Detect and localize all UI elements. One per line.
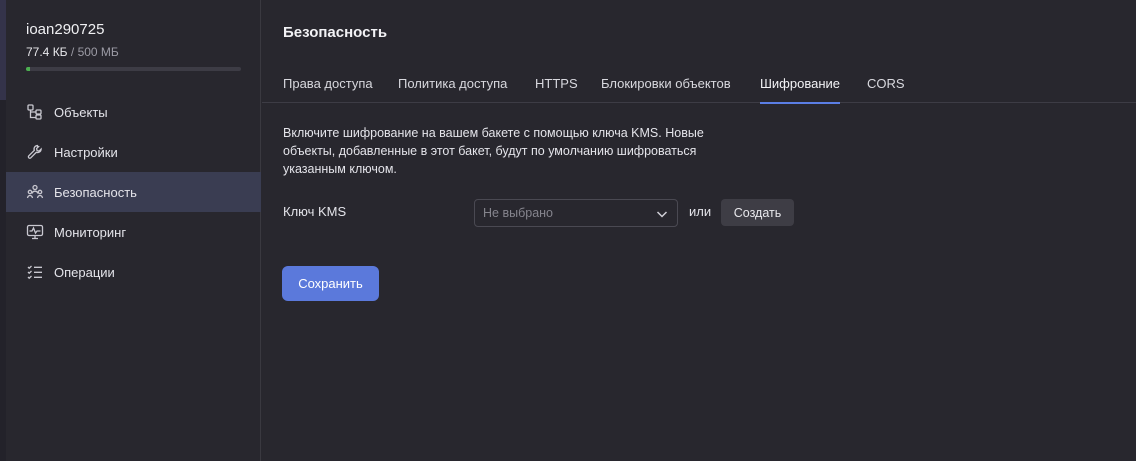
sidebar-item-label: Объекты	[54, 104, 108, 120]
kms-key-select[interactable]: Не выбрано	[474, 199, 678, 227]
usage-progress-bar	[26, 67, 241, 71]
sidebar-item-label: Безопасность	[54, 184, 137, 200]
bucket-name: ioan290725	[26, 21, 105, 38]
sidebar-item-operations[interactable]: Операции	[6, 252, 261, 292]
sidebar-item-label: Мониторинг	[54, 224, 127, 240]
sidebar-item-label: Операции	[54, 264, 115, 280]
sidebar: ioan290725 77.4 КБ / 500 МБ Объекты Наст…	[6, 0, 261, 461]
sidebar-nav: Объекты Настройки Безопасность Мониторин…	[6, 92, 261, 292]
save-button[interactable]: Сохранить	[282, 266, 379, 301]
users-icon	[26, 183, 44, 201]
sidebar-item-objects[interactable]: Объекты	[6, 92, 261, 132]
bucket-used-size: 77.4 КБ	[26, 45, 68, 59]
chevron-down-icon	[656, 211, 668, 218]
sidebar-item-label: Настройки	[54, 144, 118, 160]
or-text: или	[689, 204, 712, 219]
bucket-total-size: 500 МБ	[77, 45, 119, 59]
app-root: ioan290725 77.4 КБ / 500 МБ Объекты Наст…	[0, 0, 1136, 461]
sidebar-item-monitoring[interactable]: Мониторинг	[6, 212, 261, 252]
monitor-icon	[26, 223, 44, 241]
tab-encryption[interactable]: Шифрование	[760, 68, 840, 104]
usage-progress-fill	[26, 67, 31, 71]
list-icon	[26, 263, 44, 281]
tab-access-rights[interactable]: Права доступа	[283, 68, 373, 103]
main-content: Безопасность Права доступа Политика дост…	[262, 0, 1136, 461]
kms-key-label: Ключ KMS	[283, 204, 347, 219]
tab-cors[interactable]: CORS	[867, 68, 905, 103]
tab-bar: Права доступа Политика доступа HTTPS Бло…	[262, 68, 1136, 104]
encryption-description: Включите шифрование на вашем бакете с по…	[283, 126, 704, 176]
tab-access-policy[interactable]: Политика доступа	[398, 68, 507, 103]
kms-key-select-value: Не выбрано	[483, 206, 553, 220]
sidebar-item-settings[interactable]: Настройки	[6, 132, 261, 172]
tab-object-lock[interactable]: Блокировки объектов	[601, 68, 731, 103]
wrench-icon	[26, 143, 44, 161]
bucket-size-separator: /	[67, 45, 78, 59]
create-key-button[interactable]: Создать	[721, 199, 794, 226]
bucket-usage-text: 77.4 КБ / 500 МБ	[26, 45, 119, 59]
tab-https[interactable]: HTTPS	[535, 68, 578, 103]
objects-icon	[26, 103, 44, 121]
sidebar-item-security[interactable]: Безопасность	[6, 172, 261, 212]
page-title: Безопасность	[283, 24, 388, 41]
